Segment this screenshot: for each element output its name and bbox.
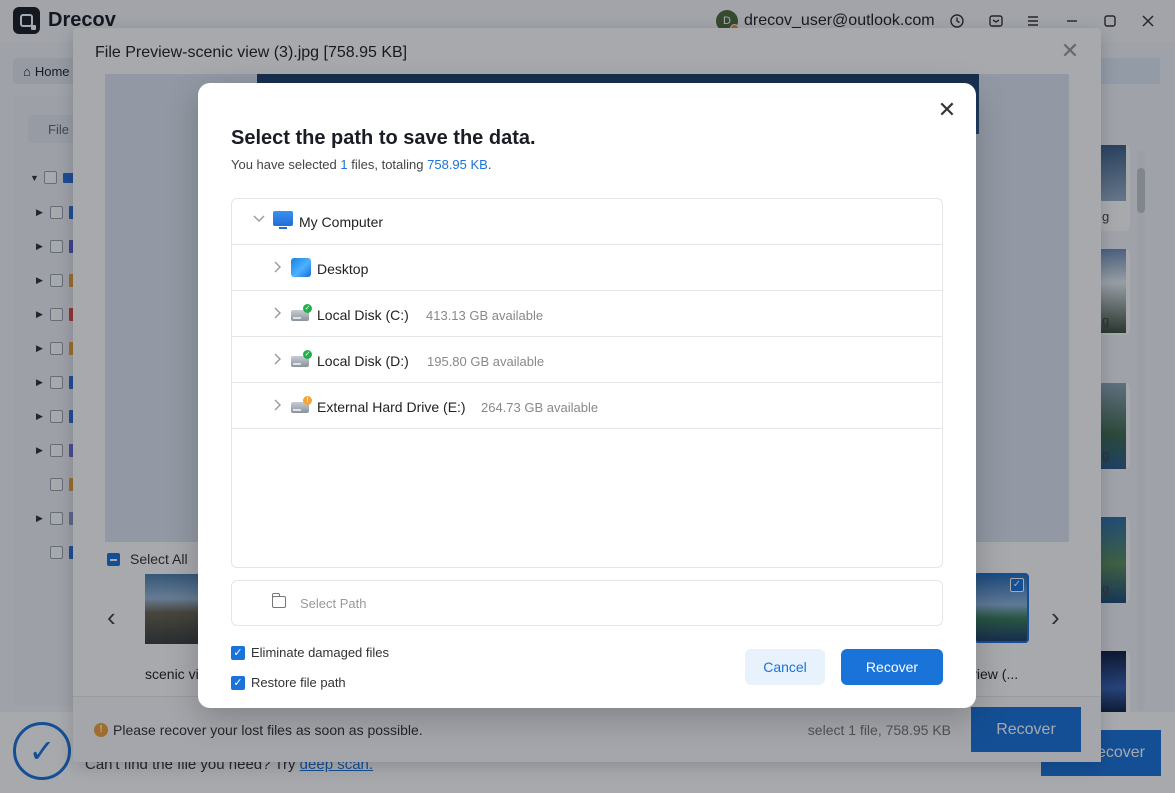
select-path-field[interactable]: Select Path bbox=[231, 580, 943, 626]
option-eliminate-damaged[interactable]: ✓ Eliminate damaged files bbox=[231, 645, 389, 660]
cancel-button[interactable]: Cancel bbox=[745, 649, 825, 685]
chevron-right-icon[interactable] bbox=[270, 398, 284, 415]
eliminate-damaged-checkbox[interactable]: ✓ bbox=[231, 645, 245, 660]
chevron-right-icon[interactable] bbox=[270, 352, 284, 369]
available-space: 264.73 GB available bbox=[481, 400, 599, 415]
restore-path-checkbox[interactable]: ✓ bbox=[231, 675, 245, 690]
option-label: Restore file path bbox=[251, 675, 346, 690]
available-space: 195.80 GB available bbox=[427, 354, 545, 369]
tree-item-label: My Computer bbox=[299, 214, 384, 230]
dialog-close-icon[interactable]: ✕ bbox=[936, 99, 958, 121]
tree-item-label: Local Disk (C:) bbox=[317, 307, 409, 323]
recover-button[interactable]: Recover bbox=[841, 649, 943, 685]
tree-item-label: Desktop bbox=[317, 261, 369, 277]
dialog-subtitle: You have selected 1 files, totaling 758.… bbox=[231, 157, 492, 172]
total-size: 758.95 KB bbox=[427, 157, 488, 172]
tree-item-label: External Hard Drive (E:) bbox=[317, 399, 466, 415]
tree-item-external-drive-e[interactable]: ! External Hard Drive (E:) 264.73 GB ava… bbox=[232, 383, 942, 429]
disk-icon: ✓ bbox=[291, 350, 313, 370]
save-path-dialog: ✕ Select the path to save the data. You … bbox=[198, 83, 976, 708]
tree-item-label: Local Disk (D:) bbox=[317, 353, 409, 369]
tree-item-local-disk-c[interactable]: ✓ Local Disk (C:) 413.13 GB available bbox=[232, 291, 942, 337]
dialog-title: Select the path to save the data. bbox=[231, 127, 536, 149]
chevron-down-icon[interactable] bbox=[252, 211, 266, 228]
chevron-right-icon[interactable] bbox=[270, 306, 284, 323]
computer-icon bbox=[273, 211, 295, 231]
external-drive-icon: ! bbox=[291, 396, 313, 416]
select-path-placeholder: Select Path bbox=[300, 596, 367, 611]
destination-tree: My Computer Desktop ✓ Local Disk (C:) 41… bbox=[231, 198, 943, 568]
tree-item-my-computer[interactable]: My Computer bbox=[232, 199, 942, 245]
tree-item-desktop[interactable]: Desktop bbox=[232, 245, 942, 291]
available-space: 413.13 GB available bbox=[426, 308, 544, 323]
folder-icon[interactable] bbox=[271, 593, 286, 608]
option-restore-path[interactable]: ✓ Restore file path bbox=[231, 675, 346, 690]
disk-icon: ✓ bbox=[291, 304, 313, 324]
desktop-icon bbox=[291, 258, 313, 278]
selected-count: 1 bbox=[340, 157, 348, 172]
option-label: Eliminate damaged files bbox=[251, 645, 390, 660]
chevron-right-icon[interactable] bbox=[270, 260, 284, 277]
tree-item-local-disk-d[interactable]: ✓ Local Disk (D:) 195.80 GB available bbox=[232, 337, 942, 383]
